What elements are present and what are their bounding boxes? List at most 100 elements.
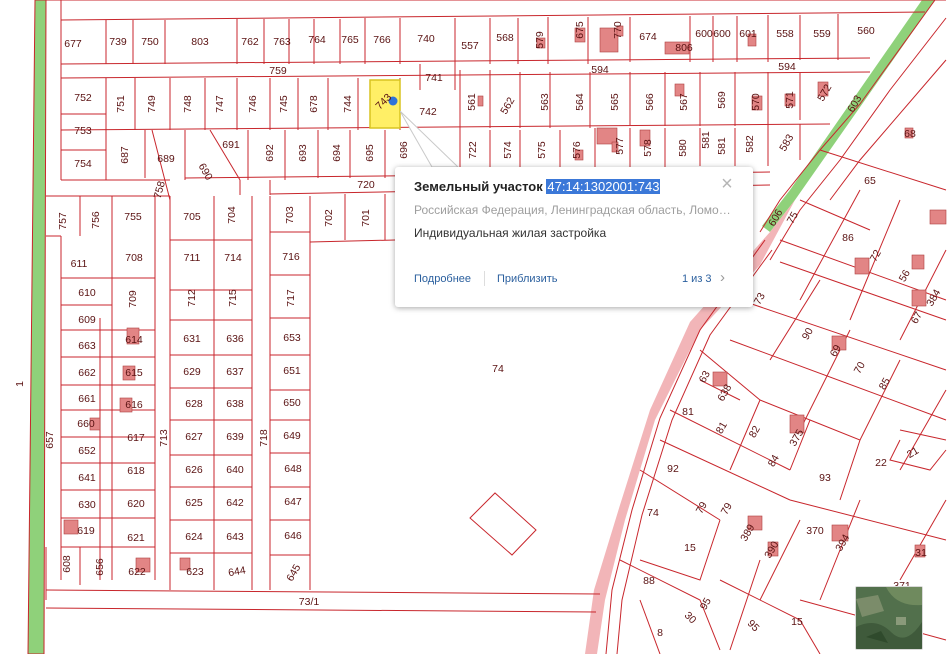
map-label: 600 [713,28,731,40]
map-label: 90 [800,326,816,342]
map-label: 559 [813,28,831,40]
map-label: 594 [591,64,609,76]
map-label: 691 [222,139,240,151]
map-label: 567 [678,93,690,111]
cadastral-map[interactable]: 677 739 750 803 762 763 764 765 766 740 … [0,0,947,654]
map-label: 674 [639,31,657,43]
map-label: 803 [191,36,209,48]
map-label: 703 [284,206,296,224]
map-label: 581 [700,131,712,149]
map-label: 749 [146,95,158,113]
map-label: 620 [127,498,145,510]
map-label: 647 [284,496,302,508]
map-label: 649 [283,430,301,442]
map-label: 84 [766,453,782,469]
map-label: 625 [185,497,203,509]
map-label: 74 [492,363,504,375]
map-label: 642 [226,497,244,509]
map-label: 752 [74,92,92,104]
map-label: 653 [283,332,301,344]
green-road-band [27,0,47,654]
map-label: 657 [44,431,56,449]
map-label: 714 [224,252,242,264]
map-label: 92 [667,463,679,475]
map-label: 610 [78,287,96,299]
details-link[interactable]: Подробнее [414,273,471,285]
map-label: 578 [642,139,654,157]
map-label: 702 [323,209,335,227]
map-label: 580 [677,139,689,157]
map-label: 746 [247,95,259,113]
map-label: 15 [791,616,803,628]
map-label: 21 [905,445,921,461]
map-label: 628 [185,398,203,410]
map-label: 705 [183,211,201,223]
map-label: 638 [226,398,244,410]
map-label: 65 [864,175,876,187]
map-label: 565 [609,93,621,111]
map-label: 701 [360,209,372,227]
map-label: 557 [461,40,479,52]
map-label: 627 [185,431,203,443]
map-label: 763 [273,36,291,48]
map-label: 663 [78,340,96,352]
permitted-use: Индивидуальная жилая застройка [414,226,607,240]
map-label: 637 [226,366,244,378]
chevron-right-icon[interactable]: › [720,270,725,286]
map-label: 750 [141,36,159,48]
map-label: 690 [196,161,215,182]
map-label: 636 [226,333,244,345]
map-label: 646 [284,530,302,542]
map-label: 687 [119,146,131,164]
map-label: 765 [341,34,359,46]
map-label: 560 [857,25,875,37]
parcel-info-popup: Земельный участок 47:14:1302001:743 × Ро… [395,167,753,307]
map-label: 615 [125,367,143,379]
map-label: 86 [842,232,854,244]
map-label: 56 [897,268,913,284]
zoom-link[interactable]: Приблизить [497,273,558,285]
map-label: 72 [868,248,884,264]
map-label: 713 [158,429,170,447]
map-label: 751 [115,95,127,113]
map-label: 564 [574,93,586,111]
map-label: 370 [806,525,824,537]
close-icon[interactable]: × [718,174,736,194]
map-label: 31 [915,547,927,559]
satellite-layer-toggle[interactable] [855,586,923,650]
map-label: 1 [14,381,26,387]
cadastral-number[interactable]: 47:14:1302001:743 [546,179,661,194]
map-label: 616 [125,399,143,411]
map-label: 15 [684,542,696,554]
map-label: 95 [745,617,762,634]
map-label: 575 [536,141,548,159]
map-label: 571 [784,91,796,109]
map-label: 652 [78,445,96,457]
map-label: 712 [186,289,198,307]
map-label: 576 [571,141,583,159]
map-label: 661 [78,393,96,405]
map-label: 95 [698,596,714,612]
map-label: 622 [128,566,146,578]
map-label: 756 [90,211,102,229]
map-label: 766 [373,34,391,46]
pagination-counter: 1 из 3 [682,273,712,285]
map-label: 81 [682,406,694,418]
map-label: 717 [285,289,297,307]
map-label: 722 [467,141,479,159]
map-label: 569 [716,91,728,109]
map-label: 806 [675,42,693,54]
map-label: 755 [124,211,142,223]
map-label: 600 [695,28,713,40]
map-label: 562 [498,95,517,116]
map-label: 709 [127,290,139,308]
satellite-thumbnail-icon [856,587,922,649]
map-label: 384 [924,287,943,308]
map-label: 609 [78,314,96,326]
map-label: 741 [425,72,443,84]
map-label: 678 [308,95,320,113]
map-label: 704 [226,206,238,224]
map-label: 629 [183,366,201,378]
map-label: 624 [185,531,203,543]
map-label: 574 [502,141,514,159]
